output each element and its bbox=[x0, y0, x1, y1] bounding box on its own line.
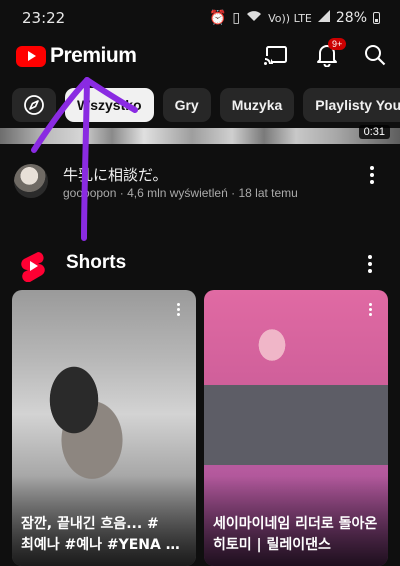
youtube-logo-icon bbox=[16, 45, 46, 67]
shorts-logo-icon bbox=[18, 250, 48, 286]
chip-all[interactable]: Wszystko bbox=[65, 88, 154, 122]
filter-chips: Wszystko Gry Muzyka Playlisty You bbox=[0, 86, 400, 124]
signal-icon bbox=[317, 10, 330, 26]
cast-icon[interactable] bbox=[263, 42, 289, 68]
shorts-header: Shorts bbox=[0, 246, 400, 283]
shorts-title: Shorts bbox=[66, 252, 127, 273]
logo-text: Premium bbox=[50, 44, 137, 67]
vibrate-icon: ▯ bbox=[232, 10, 241, 26]
compass-icon bbox=[24, 95, 44, 115]
shorts-more-icon[interactable] bbox=[360, 253, 380, 275]
short-card-2[interactable]: 세이마이네임 리더로 돌아온 히토미 | 릴레이댄스 bbox=[204, 290, 388, 566]
video-more-icon[interactable] bbox=[362, 164, 382, 186]
notifications-bell-icon[interactable]: 9+ bbox=[314, 38, 347, 68]
search-icon[interactable] bbox=[362, 42, 388, 68]
network-label: Vo)) LTE bbox=[268, 11, 312, 25]
short-card-1[interactable]: 잠깐, 끝내긴 흐음... # 최예나 #예나 #YENA #B... bbox=[12, 290, 196, 566]
chip-games[interactable]: Gry bbox=[162, 88, 211, 122]
channel-name: goooopon bbox=[63, 186, 117, 200]
status-icons: ⏰ ▯ Vo)) LTE 28% bbox=[209, 10, 380, 26]
chip-playlists[interactable]: Playlisty You bbox=[303, 88, 400, 122]
battery-percent: 28% bbox=[335, 10, 367, 26]
alarm-icon: ⏰ bbox=[208, 10, 227, 26]
short-more-icon[interactable] bbox=[360, 298, 380, 320]
video-age: 18 lat temu bbox=[238, 186, 298, 200]
app-bar: Premium 9+ bbox=[0, 36, 400, 76]
channel-avatar[interactable] bbox=[14, 164, 48, 198]
chip-music[interactable]: Muzyka bbox=[219, 88, 295, 122]
video-thumbnail[interactable] bbox=[0, 128, 400, 144]
explore-chip[interactable] bbox=[12, 88, 56, 122]
video-meta[interactable]: 牛乳に相談だ。 goooopon · 4,6 mln wyświetleń · … bbox=[0, 160, 400, 210]
short-caption: 세이마이네임 리더로 돌아온 히토미 | 릴레이댄스 bbox=[213, 516, 378, 553]
video-duration: 0:31 bbox=[358, 125, 390, 139]
status-bar: 23:22 ⏰ ▯ Vo)) LTE 28% bbox=[0, 0, 400, 36]
battery-icon bbox=[373, 12, 380, 24]
short-caption: 잠깐, 끝내긴 흐음... # 최예나 #예나 #YENA #B... bbox=[21, 516, 188, 553]
youtube-premium-logo[interactable]: Premium bbox=[16, 44, 137, 68]
status-time: 23:22 bbox=[22, 9, 66, 27]
view-count: 4,6 mln wyświetleń bbox=[127, 186, 228, 200]
notification-badge: 9+ bbox=[328, 38, 347, 50]
wifi-icon bbox=[246, 10, 262, 26]
video-subtitle: goooopon · 4,6 mln wyświetleń · 18 lat t… bbox=[63, 186, 298, 200]
video-title[interactable]: 牛乳に相談だ。 bbox=[63, 164, 168, 185]
short-more-icon[interactable] bbox=[168, 298, 188, 320]
